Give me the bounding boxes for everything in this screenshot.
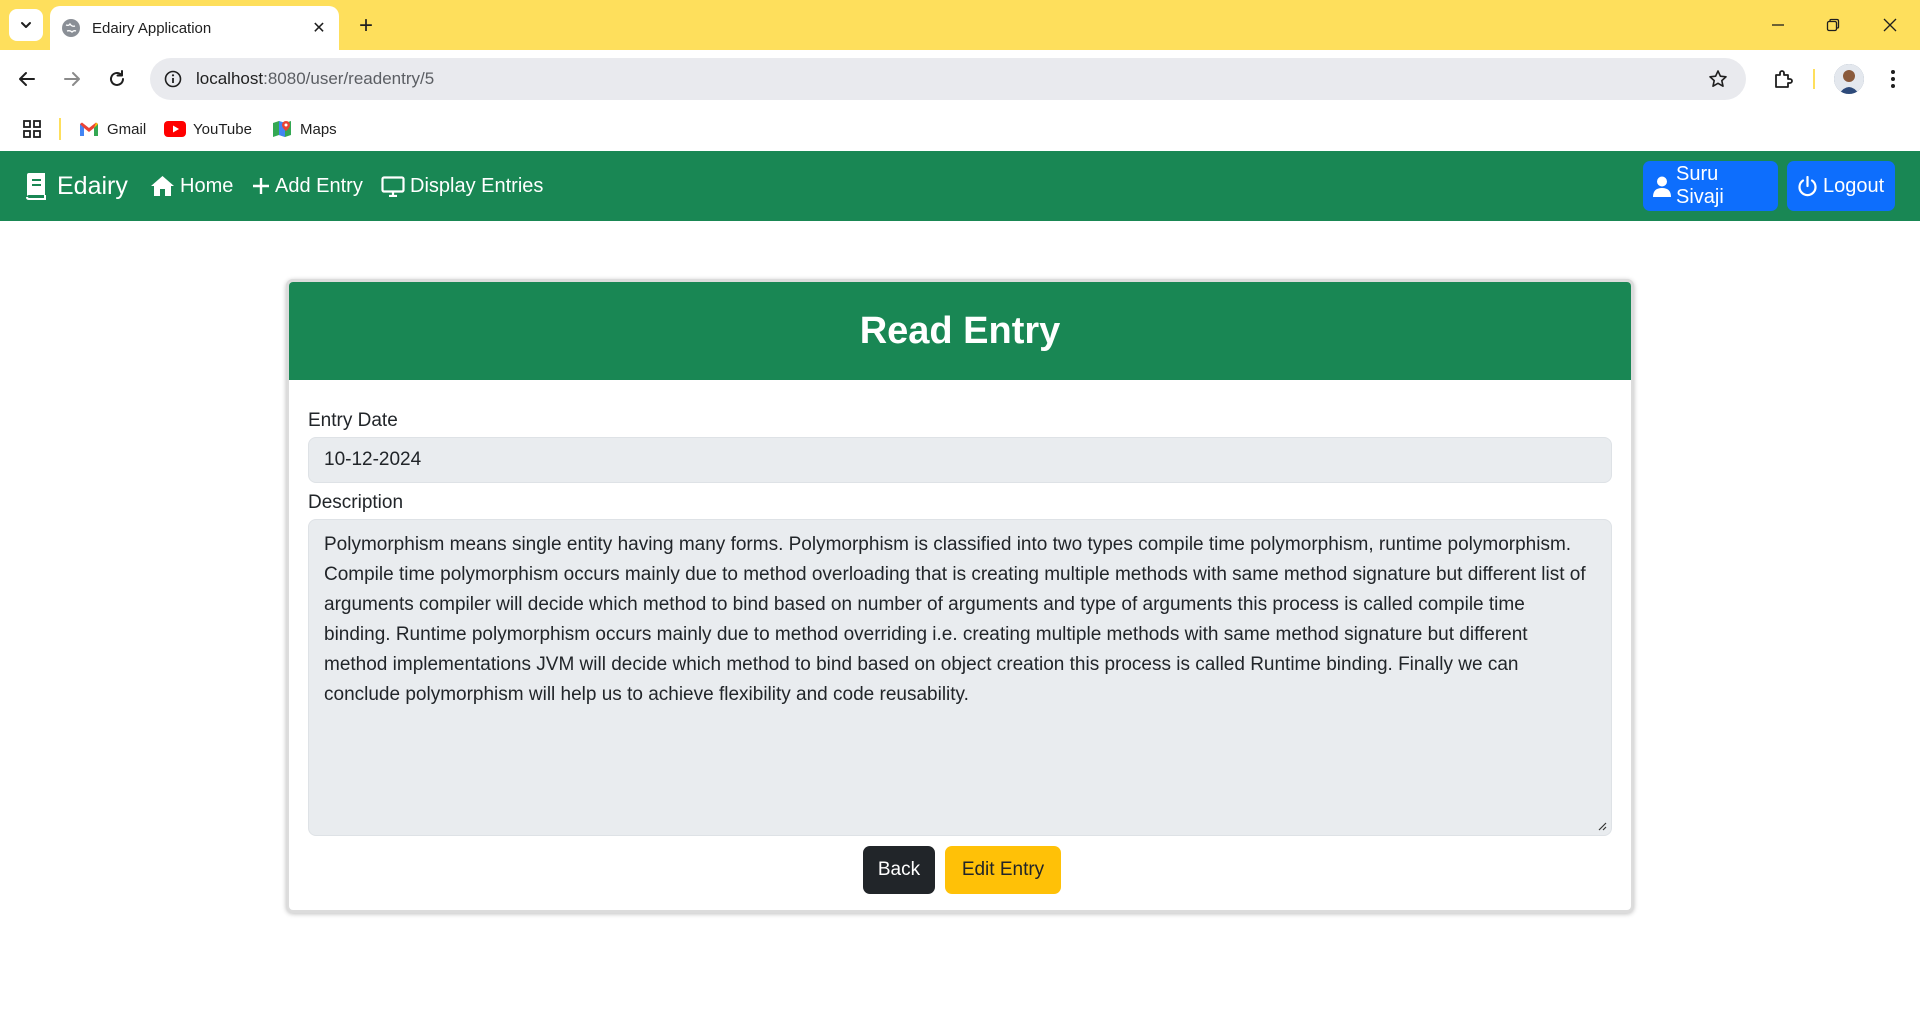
forward-nav-button[interactable] (55, 62, 89, 96)
power-icon (1797, 175, 1818, 197)
logout-button[interactable]: Logout (1787, 161, 1895, 211)
logout-label: Logout (1823, 174, 1885, 197)
read-entry-card: Read Entry Entry Date 10-12-2024 Descrip… (286, 279, 1634, 913)
address-bar[interactable]: localhost:8080/user/readentry/5 (150, 58, 1746, 100)
nav-add-entry-label: Add Entry (275, 174, 363, 197)
brand-link[interactable]: Edairy (24, 167, 128, 205)
entry-date-field[interactable]: 10-12-2024 (308, 437, 1612, 483)
puzzle-icon (1775, 70, 1793, 88)
bookmark-gmail[interactable]: Gmail (78, 115, 146, 143)
new-tab-button[interactable]: + (352, 12, 380, 40)
kebab-menu-icon (1891, 70, 1895, 88)
reload-icon (110, 70, 124, 86)
card-header: Read Entry (289, 282, 1631, 380)
browser-tab-active[interactable]: Edairy Application ✕ (50, 6, 339, 50)
user-icon (1653, 176, 1671, 197)
maps-icon (271, 120, 293, 138)
bookmark-maps[interactable]: Maps (271, 115, 337, 143)
browser-menu-button[interactable] (1876, 62, 1910, 96)
nav-home-label: Home (180, 174, 234, 197)
card-title: Read Entry (859, 309, 1061, 352)
profile-avatar[interactable] (1834, 64, 1864, 94)
url-host: localhost (196, 69, 264, 88)
reload-button[interactable] (100, 62, 134, 96)
book-icon (26, 173, 46, 200)
user-name: Suru Sivaji (1676, 163, 1724, 208)
entry-date-label: Entry Date (308, 410, 398, 431)
description-textarea[interactable]: Polymorphism means single entity having … (308, 519, 1612, 836)
arrow-left-icon (19, 72, 35, 86)
nav-add-entry[interactable]: Add Entry (252, 170, 363, 202)
bookmark-label: Maps (300, 120, 337, 138)
bookmark-star-icon[interactable] (1706, 67, 1730, 91)
browser-toolbar: localhost:8080/user/readentry/5 (0, 50, 1920, 108)
restore-icon (1826, 18, 1840, 32)
bookmark-label: YouTube (193, 120, 252, 138)
youtube-icon (164, 120, 186, 138)
arrow-right-icon (64, 72, 80, 86)
tab-search-button[interactable] (9, 9, 43, 41)
monitor-icon (381, 175, 405, 197)
site-info-icon[interactable] (150, 70, 196, 88)
resize-handle-icon[interactable] (1597, 821, 1607, 831)
nav-display-entries[interactable]: Display Entries (381, 170, 543, 202)
back-nav-button[interactable] (10, 62, 44, 96)
description-value: Polymorphism means single entity having … (324, 534, 1586, 705)
tab-title: Edairy Application (92, 19, 212, 37)
edit-entry-button[interactable]: Edit Entry (945, 846, 1061, 894)
toolbar-divider (1813, 69, 1815, 89)
minimize-button[interactable] (1758, 8, 1798, 42)
globe-icon (62, 19, 80, 37)
gmail-icon (78, 120, 100, 138)
brand-name: Edairy (57, 171, 128, 200)
home-icon (150, 175, 175, 197)
close-window-button[interactable] (1870, 8, 1910, 42)
entry-date-value: 10-12-2024 (324, 449, 422, 470)
minimize-icon (1772, 24, 1784, 26)
chevron-down-icon (21, 22, 31, 28)
url-path: :8080/user/readentry/5 (263, 69, 435, 88)
close-icon (1883, 18, 1897, 32)
app-navbar: Edairy Home Add Entry Display Entries Su… (0, 151, 1920, 221)
bookmark-label: Gmail (107, 120, 147, 138)
description-label: Description (308, 492, 404, 513)
back-button[interactable]: Back (863, 846, 935, 894)
restore-button[interactable] (1813, 8, 1853, 42)
user-profile-button[interactable]: Suru Sivaji (1643, 161, 1778, 211)
apps-grid-icon[interactable] (20, 117, 44, 141)
close-tab-icon[interactable]: ✕ (307, 16, 331, 40)
browser-tabstrip: Edairy Application ✕ + (0, 0, 1920, 50)
plus-icon (252, 177, 270, 195)
bookmarks-divider (59, 118, 61, 140)
extensions-button[interactable] (1766, 62, 1800, 96)
nav-home[interactable]: Home (150, 170, 233, 202)
bookmark-youtube[interactable]: YouTube (164, 115, 252, 143)
bookmarks-bar: Gmail YouTube Maps (0, 108, 1920, 150)
nav-display-entries-label: Display Entries (410, 174, 544, 197)
